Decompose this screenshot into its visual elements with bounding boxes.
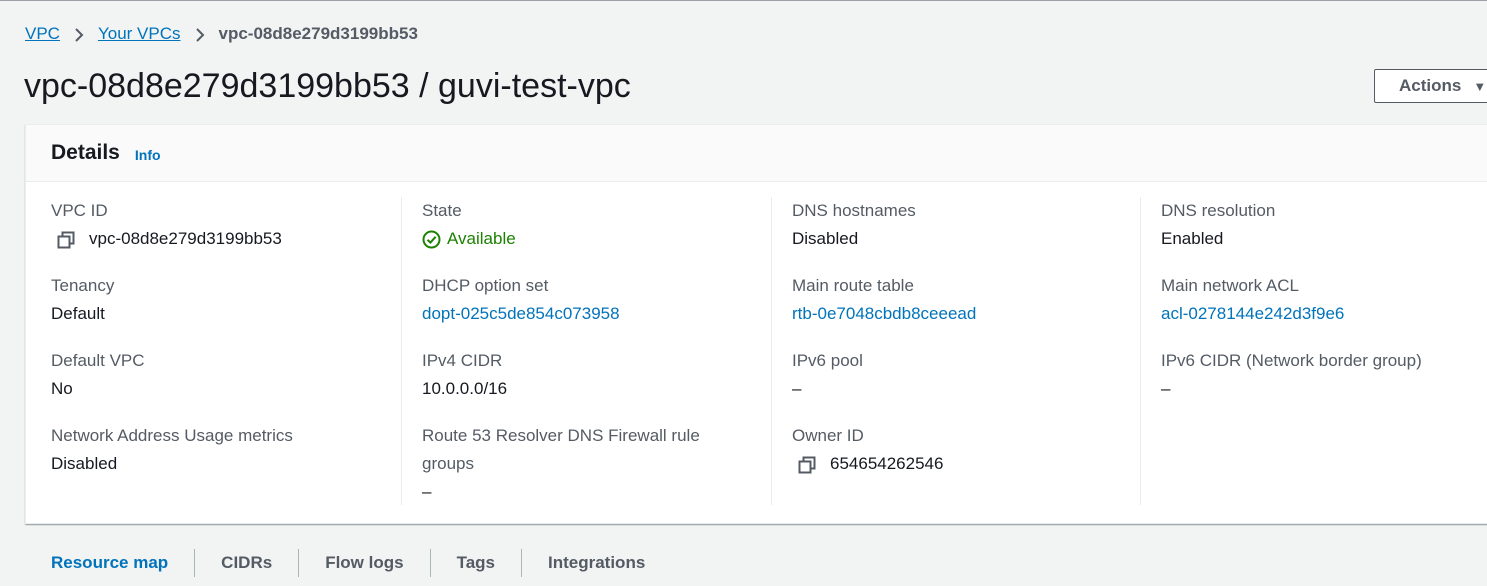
- field-label: IPv6 CIDR (Network border group): [1161, 351, 1422, 370]
- details-column-3: DNS hostnames Disabled Main route table …: [771, 197, 1141, 505]
- state-value: Available: [447, 229, 516, 248]
- tab-integrations[interactable]: Integrations: [522, 544, 671, 582]
- details-column-1: VPC ID vpc-08d8e279d3199bb53 Tenancy Def…: [51, 197, 401, 505]
- caret-down-icon: ▼: [1473, 78, 1487, 94]
- chevron-right-icon: [181, 24, 219, 44]
- field-vpc-id: VPC ID vpc-08d8e279d3199bb53: [51, 197, 401, 272]
- main-route-table-link[interactable]: rtb-0e7048cbdb8ceeead: [792, 300, 1141, 328]
- field-value: Enabled: [1161, 229, 1224, 248]
- field-label: DNS hostnames: [792, 201, 916, 220]
- field-label: Main route table: [792, 276, 914, 295]
- field-value: Disabled: [51, 454, 118, 473]
- copy-icon[interactable]: [57, 230, 75, 249]
- field-tenancy: Tenancy Default: [51, 272, 401, 347]
- field-value: Default: [51, 304, 105, 323]
- field-ipv6-cidr: IPv6 CIDR (Network border group) –: [1161, 347, 1487, 422]
- field-label: Network Address Usage metrics: [51, 426, 293, 445]
- details-column-4: DNS resolution Enabled Main network ACL …: [1140, 197, 1487, 505]
- field-value: –: [1161, 379, 1171, 398]
- details-header: Details Info: [26, 125, 1487, 182]
- field-value: –: [792, 379, 802, 398]
- field-dns-resolution: DNS resolution Enabled: [1161, 197, 1487, 272]
- owner-id-value: 654654262546: [830, 454, 944, 473]
- dhcp-option-set-link[interactable]: dopt-025c5de854c073958: [422, 300, 771, 328]
- field-state: State Available: [422, 197, 771, 272]
- field-value: –: [422, 482, 432, 501]
- field-main-network-acl: Main network ACL acl-0278144e242d3f9e6: [1161, 272, 1487, 347]
- field-ipv4-cidr: IPv4 CIDR 10.0.0.0/16: [422, 347, 771, 422]
- tab-bar: Resource map CIDRs Flow logs Tags Integr…: [25, 544, 671, 582]
- field-label: VPC ID: [51, 201, 108, 220]
- field-value: 10.0.0.0/16: [422, 379, 508, 398]
- tab-flow-logs[interactable]: Flow logs: [299, 544, 429, 582]
- field-ipv6-pool: IPv6 pool –: [792, 347, 1141, 422]
- field-main-route-table: Main route table rtb-0e7048cbdb8ceeead: [792, 272, 1141, 347]
- breadcrumb: VPC Your VPCs vpc-08d8e279d3199bb53: [25, 22, 418, 46]
- field-route53-firewall: Route 53 Resolver DNS Firewall rule grou…: [422, 422, 771, 501]
- actions-button[interactable]: Actions ▼: [1374, 69, 1487, 103]
- field-default-vpc: Default VPC No: [51, 347, 401, 422]
- tab-cidrs[interactable]: CIDRs: [195, 544, 298, 582]
- breadcrumb-current: vpc-08d8e279d3199bb53: [218, 24, 418, 43]
- field-label: DHCP option set: [422, 276, 549, 295]
- tab-tags[interactable]: Tags: [431, 544, 521, 582]
- field-label: State: [422, 201, 462, 220]
- field-label: IPv6 pool: [792, 351, 863, 370]
- main-network-acl-link[interactable]: acl-0278144e242d3f9e6: [1161, 300, 1487, 328]
- field-value: 654654262546: [792, 450, 1141, 478]
- field-label: Tenancy: [51, 276, 115, 295]
- field-label: IPv4 CIDR: [422, 351, 503, 370]
- tab-resource-map[interactable]: Resource map: [25, 544, 194, 582]
- breadcrumb-vpc[interactable]: VPC: [25, 24, 60, 44]
- details-panel: Details Info VPC ID vpc-08d8e279d3199bb5…: [25, 124, 1487, 524]
- chevron-right-icon: [60, 24, 98, 44]
- field-label: Owner ID: [792, 426, 864, 445]
- field-value: No: [51, 379, 73, 398]
- copy-icon[interactable]: [798, 455, 816, 474]
- field-label: Main network ACL: [1161, 276, 1299, 295]
- details-grid: VPC ID vpc-08d8e279d3199bb53 Tenancy Def…: [26, 183, 1487, 523]
- field-value: Available: [422, 225, 771, 253]
- field-dns-hostnames: DNS hostnames Disabled: [792, 197, 1141, 272]
- check-circle-icon: [422, 230, 441, 249]
- field-owner-id: Owner ID 654654262546: [792, 422, 1141, 497]
- details-column-2: State Available DHCP option set dopt-025…: [401, 197, 771, 505]
- field-value: vpc-08d8e279d3199bb53: [51, 225, 401, 253]
- page-title: vpc-08d8e279d3199bb53 / guvi-test-vpc: [24, 67, 631, 105]
- field-dhcp-option-set: DHCP option set dopt-025c5de854c073958: [422, 272, 771, 347]
- breadcrumb-your-vpcs[interactable]: Your VPCs: [98, 24, 181, 44]
- field-network-address-usage: Network Address Usage metrics Disabled: [51, 422, 401, 497]
- field-label: Route 53 Resolver DNS Firewall rule grou…: [422, 426, 700, 473]
- field-label: Default VPC: [51, 351, 145, 370]
- actions-button-label: Actions: [1399, 76, 1462, 95]
- details-title: Details: [51, 141, 120, 164]
- vpc-id-value: vpc-08d8e279d3199bb53: [89, 229, 282, 248]
- info-link[interactable]: Info: [135, 143, 161, 163]
- top-divider: [0, 0, 1487, 1]
- field-label: DNS resolution: [1161, 201, 1276, 220]
- field-value: Disabled: [792, 229, 859, 248]
